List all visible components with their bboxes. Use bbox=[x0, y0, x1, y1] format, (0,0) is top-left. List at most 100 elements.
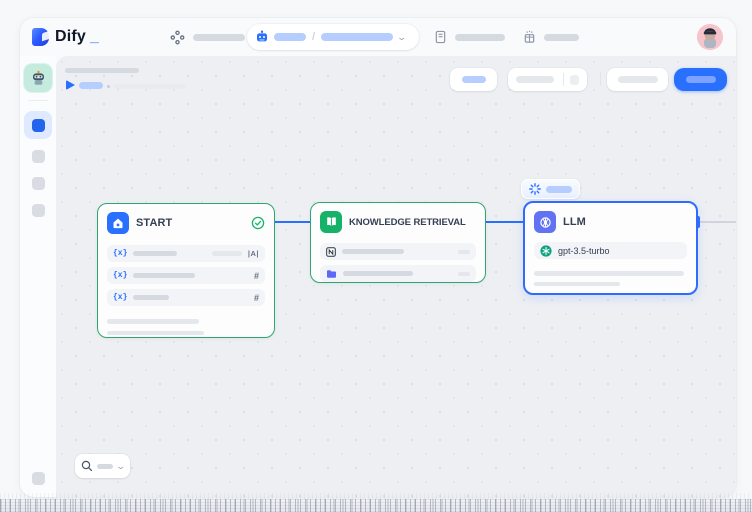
variable-icon: {x} bbox=[113, 249, 127, 258]
zoom-control[interactable]: ⌄ bbox=[75, 454, 130, 478]
type-number-icon: # bbox=[254, 271, 259, 281]
workspace-switcher[interactable] bbox=[170, 18, 245, 56]
variable-icon: {x} bbox=[113, 293, 127, 302]
edge-start-to-kr[interactable] bbox=[275, 221, 311, 223]
type-string-icon: |A| bbox=[248, 249, 259, 258]
brand-cursor: _ bbox=[90, 28, 99, 46]
node-title: START bbox=[136, 217, 172, 229]
features-label-skeleton bbox=[618, 76, 658, 83]
workflow-name-skeleton bbox=[321, 33, 393, 41]
sidebar-item-2[interactable] bbox=[32, 150, 45, 163]
start-variable-row[interactable]: {x} # bbox=[107, 289, 265, 306]
llm-status-badge bbox=[521, 179, 580, 199]
node-desc-skeleton bbox=[107, 319, 199, 324]
segment-icon-skeleton bbox=[570, 75, 579, 85]
variable-icon: {x} bbox=[113, 271, 127, 280]
toolbar-divider bbox=[600, 72, 601, 86]
node-desc-skeleton bbox=[534, 282, 620, 287]
llm-model-row[interactable]: gpt-3.5-turbo bbox=[534, 242, 687, 259]
badge-label-skeleton bbox=[546, 186, 572, 193]
node-desc-skeleton bbox=[534, 271, 684, 276]
edge-kr-to-llm[interactable] bbox=[486, 221, 523, 223]
notion-icon bbox=[326, 247, 336, 257]
variable-name-skeleton bbox=[133, 251, 177, 256]
node-start[interactable]: START {x} |A| {x} bbox=[97, 203, 275, 338]
dataset-meta-skeleton bbox=[458, 250, 470, 254]
run-label-skeleton bbox=[79, 82, 103, 89]
avatar-illustration bbox=[697, 24, 723, 50]
node-title: KNOWLEDGE RETRIEVAL bbox=[349, 217, 466, 228]
kr-dataset-row[interactable] bbox=[320, 265, 476, 282]
node-desc-skeleton bbox=[107, 331, 204, 336]
zoom-search-icon bbox=[81, 460, 93, 472]
chevron-down-icon: ⌄ bbox=[397, 33, 408, 42]
app-name-skeleton bbox=[274, 33, 306, 41]
zoom-level-skeleton bbox=[97, 464, 113, 469]
node-llm[interactable]: LLM gpt-3.5-turbo bbox=[523, 201, 698, 295]
run-meta-skeleton bbox=[114, 84, 186, 89]
variable-value-skeleton bbox=[212, 251, 242, 256]
kr-dataset-row[interactable] bbox=[320, 243, 476, 260]
sidebar-item-bottom[interactable] bbox=[32, 472, 45, 485]
features-button[interactable] bbox=[607, 68, 668, 91]
dataset-meta-skeleton bbox=[458, 272, 470, 276]
start-variable-row[interactable]: {x} # bbox=[107, 267, 265, 284]
dataset-name-skeleton bbox=[342, 249, 404, 254]
brand-name: Dify bbox=[55, 28, 86, 46]
folder-icon bbox=[326, 269, 337, 279]
app-switcher-pill[interactable]: / ⌄ bbox=[247, 24, 419, 50]
model-name: gpt-3.5-turbo bbox=[558, 246, 610, 256]
app-robot-icon bbox=[30, 70, 47, 87]
sidebar bbox=[20, 56, 56, 497]
dify-app-window: Dify _ bbox=[20, 18, 736, 497]
check-circle-icon bbox=[251, 216, 265, 230]
dot-separator bbox=[107, 85, 110, 88]
play-icon[interactable] bbox=[66, 80, 75, 90]
node-start-header: START bbox=[107, 212, 265, 234]
whats-new-link[interactable] bbox=[523, 18, 579, 56]
preview-label-skeleton bbox=[462, 76, 486, 83]
variable-name-skeleton bbox=[133, 273, 195, 278]
bot-icon bbox=[255, 30, 269, 44]
node-kr-header: KNOWLEDGE RETRIEVAL bbox=[320, 211, 476, 233]
dify-logo-icon bbox=[32, 28, 49, 46]
whats-new-label-skeleton bbox=[544, 34, 579, 41]
screenshot-stage: Dify _ bbox=[0, 0, 752, 512]
sparkle-loader-icon bbox=[529, 183, 541, 195]
gift-icon bbox=[523, 30, 536, 44]
breadcrumb-separator: / bbox=[311, 31, 316, 43]
llm-icon bbox=[534, 211, 556, 233]
edge-llm-out[interactable] bbox=[700, 221, 736, 223]
chevron-down-icon: ⌄ bbox=[115, 462, 126, 471]
current-app-icon[interactable] bbox=[24, 64, 52, 92]
preview-button[interactable] bbox=[450, 68, 497, 91]
node-title: LLM bbox=[563, 216, 586, 228]
dify-logo: Dify _ bbox=[32, 18, 99, 56]
docs-icon bbox=[434, 30, 447, 44]
variable-name-skeleton bbox=[133, 295, 169, 300]
docs-label-skeleton bbox=[455, 34, 505, 41]
publish-label-skeleton bbox=[686, 76, 716, 83]
user-avatar[interactable] bbox=[697, 24, 723, 50]
workflow-canvas[interactable]: START {x} |A| {x} bbox=[56, 56, 736, 497]
workflow-title-skeleton bbox=[65, 68, 139, 73]
sidebar-item-4[interactable] bbox=[32, 204, 45, 217]
publish-button[interactable] bbox=[674, 68, 727, 91]
run-history-segmented-button[interactable] bbox=[508, 68, 587, 91]
start-variable-row[interactable]: {x} |A| bbox=[107, 245, 265, 262]
docs-link[interactable] bbox=[434, 18, 505, 56]
app-header: Dify _ bbox=[20, 18, 736, 56]
segment-label-skeleton bbox=[516, 76, 554, 83]
node-knowledge-retrieval[interactable]: KNOWLEDGE RETRIEVAL bbox=[310, 202, 486, 283]
workspace-name-skeleton bbox=[193, 34, 245, 41]
sidebar-item-workflow-active[interactable] bbox=[24, 111, 52, 139]
home-icon bbox=[107, 212, 129, 234]
sidebar-divider bbox=[28, 100, 48, 101]
orchestrate-icon bbox=[170, 30, 185, 45]
segment-divider bbox=[563, 73, 564, 86]
sidebar-item-3[interactable] bbox=[32, 177, 45, 190]
type-number-icon: # bbox=[254, 293, 259, 303]
openai-icon bbox=[540, 245, 552, 257]
node-llm-header: LLM bbox=[534, 211, 687, 233]
book-icon bbox=[320, 211, 342, 233]
